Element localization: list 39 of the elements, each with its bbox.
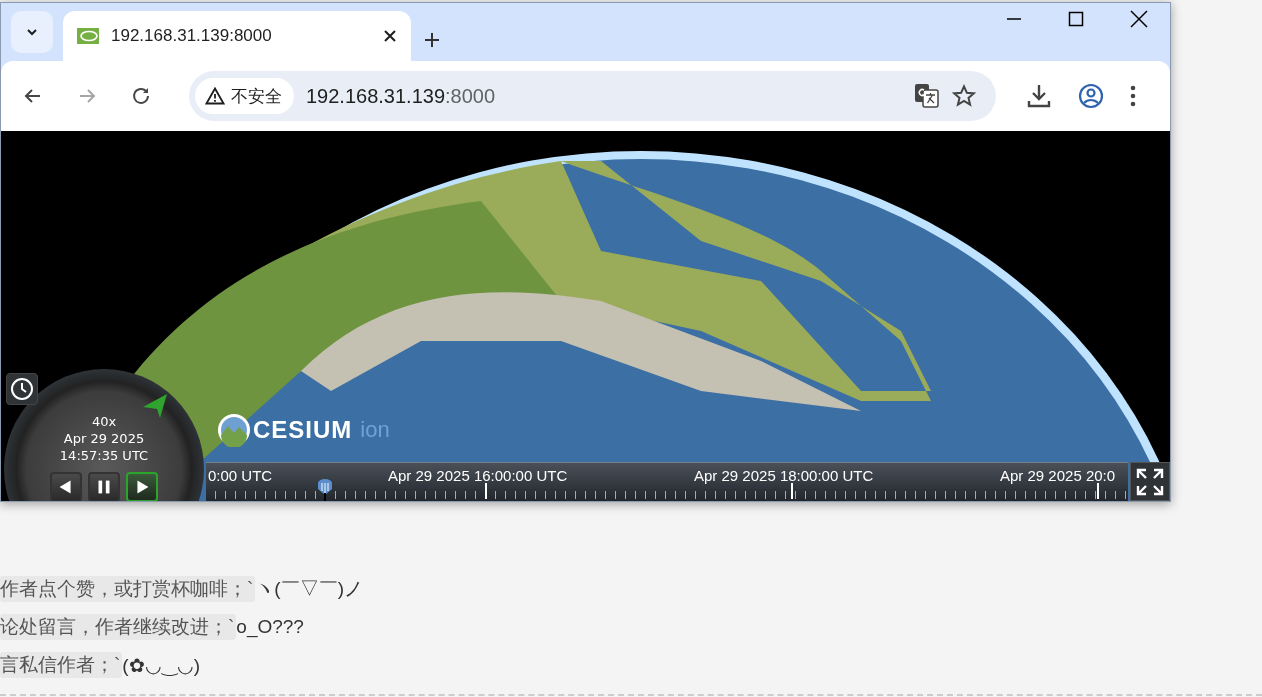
play-button[interactable] <box>126 472 158 501</box>
maximize-icon[interactable] <box>1068 11 1084 27</box>
profile-icon[interactable] <box>1078 83 1104 109</box>
date-text: Apr 29 2025 <box>63 430 145 447</box>
timeline-label: 0:00 UTC <box>208 467 273 484</box>
warning-icon <box>205 87 225 105</box>
time-marker-icon[interactable] <box>316 479 334 501</box>
fullscreen-icon[interactable] <box>1130 462 1170 501</box>
emoticon-text: (✿◡‿◡) <box>122 653 200 677</box>
emoticon-text: o_O??? <box>236 616 304 638</box>
new-tab-icon[interactable] <box>423 31 441 49</box>
browser-tab[interactable]: 192.168.31.139:8000 <box>63 11 411 61</box>
eye-logo-icon <box>77 28 99 44</box>
security-chip[interactable]: 不安全 <box>195 78 294 114</box>
emoticon-text: ヽ(￣▽￣)ノ <box>255 577 363 601</box>
pause-button[interactable] <box>88 472 120 501</box>
inline-code: 言私信作者；` <box>0 652 123 678</box>
shuttle-needle-icon[interactable] <box>142 393 168 419</box>
bookmark-star-icon[interactable] <box>952 84 976 108</box>
clock-icon[interactable] <box>6 373 38 405</box>
mountain-logo-icon <box>217 413 251 447</box>
timeline-bar[interactable]: 0:00 UTC Apr 29 2025 16:00:00 UTC Apr 29 2025 18:00:00 UTC Apr 29 2025 20:0 <box>206 462 1128 501</box>
close-tab-icon[interactable] <box>383 29 397 43</box>
timeline-label: Apr 29 2025 20:0 <box>1000 467 1116 484</box>
reverse-button[interactable] <box>50 472 82 501</box>
logo-text: CESIUM <box>253 416 353 444</box>
tab-title: 192.168.31.139:8000 <box>111 26 273 46</box>
close-icon[interactable] <box>1130 10 1148 28</box>
inline-code: 作者点个赞，或打赏杯咖啡；` <box>0 576 256 602</box>
url-text: 192.168.31.139:8000 <box>306 84 497 108</box>
translate-icon[interactable] <box>914 83 940 109</box>
timeline-label: Apr 29 2025 16:00:00 UTC <box>388 467 568 484</box>
speed-text: 40x <box>91 413 117 430</box>
download-icon[interactable] <box>1026 83 1052 109</box>
timeline-label: Apr 29 2025 18:00:00 UTC <box>694 467 874 484</box>
inline-code: 论处留言，作者继续改进；` <box>0 614 237 640</box>
menu-icon[interactable] <box>1130 83 1136 109</box>
time-text: 14:57:35 UTC <box>59 447 149 464</box>
address-bar[interactable]: 不安全 192.168.31.139:8000 <box>189 71 996 121</box>
